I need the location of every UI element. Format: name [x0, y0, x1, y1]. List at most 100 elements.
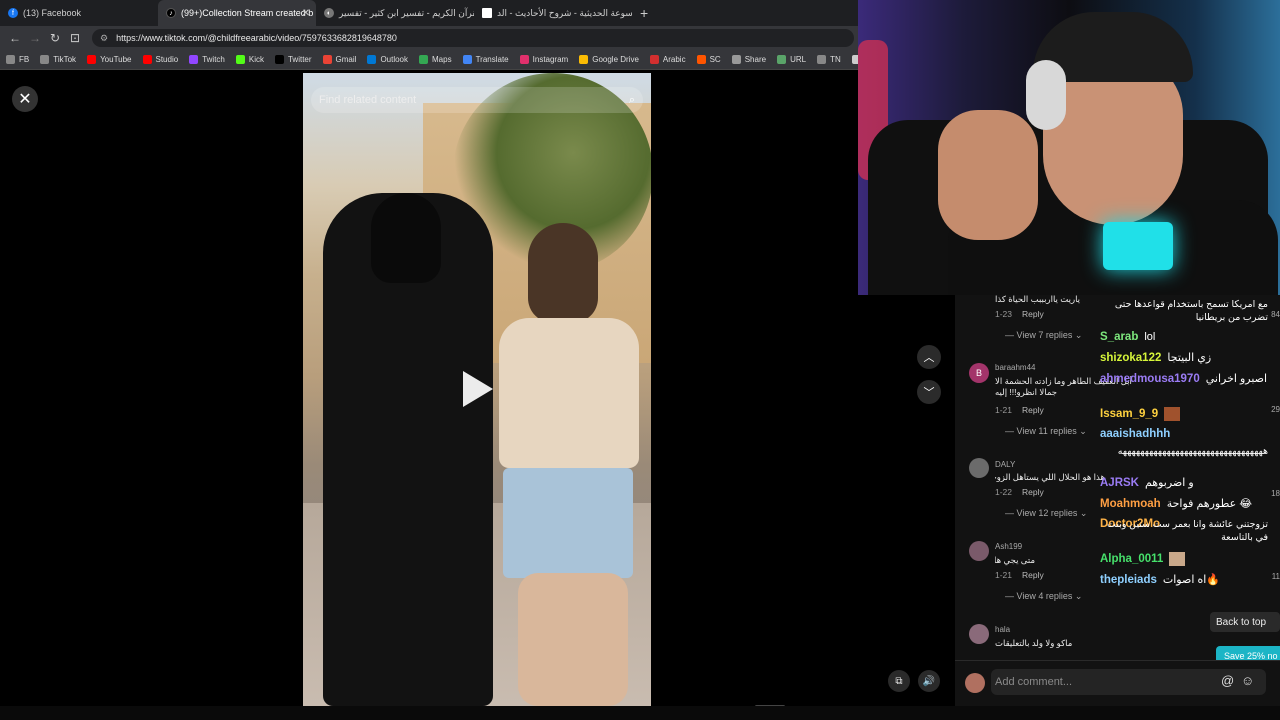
- video-player[interactable]: Find related content ⌕: [303, 73, 651, 706]
- bookmark-favicon-icon: [817, 55, 827, 64]
- bookmark-youtube[interactable]: YouTube: [87, 55, 132, 64]
- bookmark-kick[interactable]: Kick: [235, 55, 264, 64]
- find-related-search[interactable]: Find related content ⌕: [311, 87, 643, 113]
- bookmarks-bar: FB TikTok YouTube Studio Twitch Kick Twitter Gm…: [0, 50, 879, 70]
- forward-arrow-icon[interactable]: →: [26, 29, 44, 47]
- comment-text: متى يجي هاليوم: [995, 555, 1035, 565]
- avatar[interactable]: [965, 673, 985, 693]
- tab-quran[interactable]: ◐ القرآن الكريم - تفسير ابن كثير - تفسير: [316, 0, 474, 26]
- bookmark-twitter[interactable]: Twitter: [274, 55, 312, 64]
- bookmark-tiktok[interactable]: TikTok: [40, 55, 76, 64]
- bookmark-label: TN: [830, 55, 841, 64]
- new-tab-button[interactable]: +: [632, 5, 656, 21]
- comment-username[interactable]: Ash199: [995, 542, 1022, 551]
- chat-username: aaaishadhhh: [1100, 428, 1171, 440]
- video-frame-interviewer-top: [499, 318, 639, 468]
- back-arrow-icon[interactable]: ←: [6, 29, 24, 47]
- bookmark-maps[interactable]: Maps: [419, 55, 452, 64]
- comment-date: 1-21: [995, 405, 1013, 415]
- bookmark-favicon-icon: [367, 55, 377, 64]
- reply-button[interactable]: Reply: [1022, 309, 1044, 319]
- comment-username[interactable]: hala: [995, 625, 1010, 634]
- webcam-microphone: [1103, 222, 1173, 270]
- url-input[interactable]: ⚙ https://www.tiktok.com/@childfreearabi…: [92, 29, 854, 47]
- bookmark-arabic[interactable]: Arabic: [649, 55, 686, 64]
- bookmark-label: Studio: [155, 55, 179, 64]
- browser-tab-bar: f (13) Facebook ♪ (99+)Collection Stream…: [0, 0, 858, 26]
- bookmark-favicon-icon: [777, 55, 787, 64]
- tab-hadith[interactable]: الموسوعة الحديثية - شروح الأحاديث - الد: [474, 0, 632, 26]
- emote-icon: [1169, 552, 1186, 566]
- bookmark-favicon-icon: [142, 55, 152, 64]
- picture-in-picture-icon[interactable]: ⧉: [888, 670, 910, 692]
- bookmark-favicon-icon: [87, 55, 97, 64]
- comment-username[interactable]: DALY: [995, 460, 1015, 469]
- avatar[interactable]: B: [969, 363, 989, 383]
- bookmark-outlook[interactable]: Outlook: [367, 55, 408, 64]
- bookmark-label: Google Drive: [592, 55, 639, 64]
- tab-tiktok-stream[interactable]: ♪ (99+)Collection Stream created b ✕: [158, 0, 316, 26]
- next-video-button[interactable]: ﹀: [917, 380, 941, 404]
- add-comment-bar: @ ☺: [955, 660, 1280, 705]
- chat-text: زي البيتجا: [1167, 352, 1212, 364]
- view-replies-button[interactable]: — View 11 replies ⌄: [1005, 426, 1087, 437]
- facebook-icon: f: [8, 8, 18, 18]
- bookmark-label: Twitter: [287, 55, 312, 64]
- streamer-webcam: [858, 0, 1280, 295]
- bookmark-label: Instagram: [532, 55, 569, 64]
- reply-button[interactable]: Reply: [1022, 570, 1044, 580]
- reply-button[interactable]: Reply: [1022, 405, 1044, 415]
- chat-username: S_arab: [1100, 331, 1139, 343]
- bookmark-tn[interactable]: TN: [817, 55, 841, 64]
- bookmark-label: Gmail: [335, 55, 357, 64]
- chat-text: و اضربوهم: [1144, 477, 1194, 489]
- bookmark-label: Translate: [475, 55, 509, 64]
- view-replies-button[interactable]: — View 7 replies ⌄: [1005, 330, 1082, 341]
- view-replies-button[interactable]: — View 4 replies ⌄: [1005, 591, 1082, 602]
- bookmark-url[interactable]: URL: [777, 55, 806, 64]
- bookmark-label: Twitch: [202, 55, 225, 64]
- previous-video-button[interactable]: ︿: [917, 345, 941, 369]
- avatar[interactable]: [969, 624, 989, 644]
- play-icon[interactable]: [463, 371, 493, 407]
- bookmark-fb[interactable]: FB: [6, 55, 29, 64]
- chat-message: aaaishadhhh: [1100, 428, 1275, 440]
- chat-username: AJRSK: [1100, 477, 1139, 489]
- chat-text: هههههههههههههههههههههههههههههههههه: [1117, 446, 1268, 457]
- avatar[interactable]: [969, 458, 989, 478]
- webcam-streamer-hand: [938, 110, 1038, 240]
- close-icon[interactable]: ✕: [302, 8, 310, 19]
- site-settings-icon[interactable]: ⚙: [100, 33, 108, 44]
- url-text: https://www.tiktok.com/@childfreearabic/…: [116, 33, 397, 43]
- bookmark-google-drive[interactable]: Google Drive: [579, 55, 639, 64]
- back-to-top-button[interactable]: Back to top: [1210, 612, 1280, 632]
- bookmark-share[interactable]: Share: [731, 55, 766, 64]
- bookmark-sc[interactable]: SC: [696, 55, 721, 64]
- bookmark-favicon-icon: [649, 55, 659, 64]
- chat-message: AJRSK و اضربوهم: [1100, 476, 1275, 489]
- chat-username: Moahmoah: [1100, 498, 1161, 510]
- emoji-icon[interactable]: ☺: [1241, 673, 1254, 688]
- bookmark-favicon-icon: [519, 55, 529, 64]
- mention-icon[interactable]: @: [1221, 673, 1234, 688]
- volume-icon[interactable]: 🔊: [918, 670, 940, 692]
- tab-facebook[interactable]: f (13) Facebook: [0, 0, 158, 26]
- bookmark-instagram[interactable]: Instagram: [519, 55, 569, 64]
- bookmark-favicon-icon: [462, 55, 472, 64]
- bookmark-twitch[interactable]: Twitch: [189, 55, 225, 64]
- bookmark-icon[interactable]: ⊡: [66, 29, 84, 47]
- reload-icon[interactable]: ↻: [46, 29, 64, 47]
- bookmark-translate[interactable]: Translate: [462, 55, 509, 64]
- bookmark-favicon-icon: [189, 55, 199, 64]
- view-replies-button[interactable]: — View 12 replies ⌄: [1005, 508, 1087, 519]
- close-video-button[interactable]: ✕: [12, 86, 38, 112]
- avatar[interactable]: [969, 541, 989, 561]
- reply-button[interactable]: Reply: [1022, 487, 1044, 497]
- search-icon[interactable]: ⌕: [629, 94, 635, 107]
- bookmark-gmail[interactable]: Gmail: [322, 55, 357, 64]
- tab-label: (13) Facebook: [23, 8, 82, 18]
- comment-username[interactable]: baraahm44: [995, 363, 1035, 372]
- bookmark-favicon-icon: [40, 55, 50, 64]
- chat-message: Issam_9_9: [1100, 407, 1275, 421]
- bookmark-studio[interactable]: Studio: [142, 55, 179, 64]
